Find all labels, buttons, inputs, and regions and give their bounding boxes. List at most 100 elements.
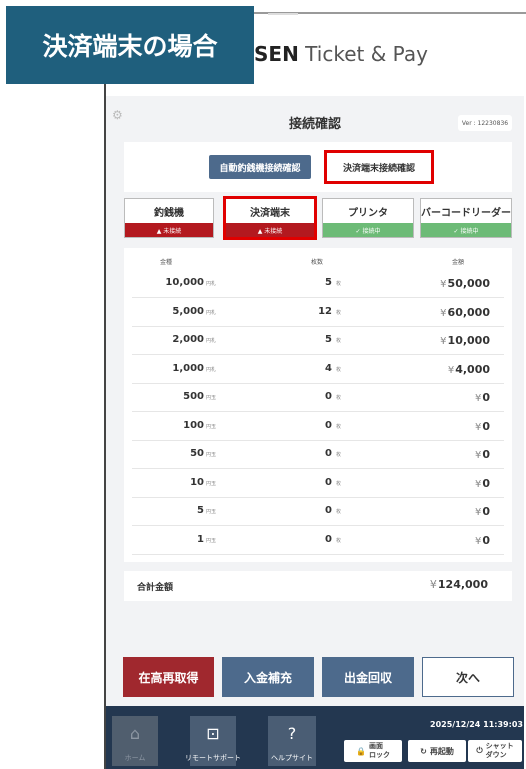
- yen-sign: ¥: [440, 336, 447, 347]
- remote-support-icon: ⊡: [206, 724, 220, 743]
- nav-remote-support[interactable]: ⊡ リモートサポート: [185, 716, 241, 766]
- nav-help[interactable]: ? ヘルプサイト: [268, 716, 316, 766]
- count: 12: [318, 305, 332, 317]
- count: 0: [325, 391, 332, 402]
- denomination: 500: [183, 391, 204, 402]
- header-count: 枚数: [311, 259, 324, 266]
- withdraw-button[interactable]: 出金回収: [322, 657, 414, 697]
- denomination: 10,000: [165, 277, 204, 288]
- denomination-unit: 円玉: [206, 480, 217, 487]
- restart-button[interactable]: ↻ 再起動: [408, 740, 466, 762]
- case-label: 決済端末の場合: [6, 6, 254, 84]
- device-name: バーコードリーダー: [421, 207, 511, 219]
- count: 4: [325, 362, 332, 374]
- yen-sign: ¥: [474, 535, 482, 547]
- device-terminal: 決済端末 ▲ 未接続: [223, 196, 317, 240]
- yen-sign: ¥: [447, 364, 455, 376]
- tab-auto-changer-check[interactable]: 自動釣銭機接続確認: [209, 155, 311, 179]
- header-amount: 金額: [452, 259, 465, 266]
- screen-lock-button[interactable]: 🔒 画面 ロック: [344, 740, 402, 762]
- device-printer: プリンタ ✓ 接続中: [322, 198, 414, 238]
- shutdown-label: シャット ダウン: [485, 742, 514, 759]
- count: 0: [325, 448, 332, 459]
- yen-sign: ¥: [429, 578, 437, 591]
- count: 0: [325, 419, 332, 431]
- yen-sign: ¥: [474, 450, 482, 461]
- count: 0: [325, 476, 332, 488]
- yen-sign: ¥: [440, 307, 447, 319]
- denomination-unit: 円玉: [206, 452, 217, 458]
- nav-home[interactable]: ⌂ ホーム: [112, 716, 158, 766]
- amount: ¥0: [475, 505, 490, 518]
- restock-button[interactable]: 在高再取得: [123, 657, 214, 697]
- datetime: 2025/12/24 11:39:03: [430, 720, 523, 729]
- amount-value: 0: [482, 448, 490, 461]
- denomination: 2,000: [172, 334, 204, 345]
- yen-sign: ¥: [474, 393, 482, 404]
- device-changer: 釣銭機 ▲ 未接続: [124, 198, 214, 238]
- denomination-unit: 円玉: [206, 423, 217, 430]
- table-row: 50 円玉 0 枚 ¥0: [132, 441, 504, 469]
- nav-remote-label: リモートサポート: [185, 754, 241, 762]
- denomination: 100: [183, 419, 204, 431]
- count-unit: 枚: [336, 452, 342, 458]
- count: 0: [325, 533, 332, 545]
- shutdown-button[interactable]: ⏻ シャット ダウン: [468, 740, 522, 762]
- amount-value: 10,000: [447, 334, 490, 347]
- device-name: 釣銭機: [154, 207, 184, 219]
- count: 5: [325, 334, 332, 345]
- tab-card: [124, 142, 512, 192]
- tab-terminal-label: 決済端末接続確認: [342, 163, 415, 174]
- amount: ¥0: [475, 420, 490, 433]
- table-row: 5,000 円札 12 枚 ¥60,000: [132, 299, 504, 327]
- table-row: 500 円玉 0 枚 ¥0: [132, 384, 504, 412]
- brand-suffix: Ticket & Pay: [298, 42, 428, 66]
- amount-value: 0: [482, 391, 490, 404]
- device-name: 決済端末: [250, 207, 290, 219]
- amount: ¥60,000: [440, 306, 490, 319]
- brand-prefix: SEN: [254, 42, 299, 66]
- amount: ¥0: [475, 391, 490, 404]
- denomination: 1,000: [172, 362, 204, 374]
- device-name: プリンタ: [348, 207, 388, 219]
- count: 5: [325, 277, 332, 288]
- denomination-unit: 円札: [206, 309, 217, 316]
- amount-value: 0: [482, 476, 490, 490]
- amount-value: 0: [482, 533, 490, 547]
- count-unit: 枚: [336, 537, 342, 544]
- denomination: 1: [197, 533, 204, 545]
- next-button[interactable]: 次へ: [422, 657, 514, 697]
- home-icon: ⌂: [129, 724, 141, 743]
- status-badge: ✓ 接続中: [421, 223, 511, 237]
- amount: ¥50,000: [440, 277, 490, 290]
- denomination-unit: 円玉: [206, 509, 217, 515]
- count-unit: 枚: [336, 480, 342, 487]
- amount-value: 0: [482, 505, 490, 518]
- denomination: 5,000: [172, 305, 204, 317]
- lock-label: 画面 ロック: [368, 742, 390, 759]
- status-badge: ✓ 接続中: [323, 223, 413, 237]
- help-icon: ?: [287, 724, 297, 743]
- total-amount: 124,000: [437, 578, 488, 591]
- total-value: ¥124,000: [430, 578, 488, 591]
- header-denomination: 金種: [160, 259, 173, 266]
- denomination-unit: 円玉: [206, 395, 217, 401]
- yen-sign: ¥: [474, 507, 482, 518]
- count-unit: 枚: [336, 423, 342, 430]
- denomination: 50: [190, 448, 204, 459]
- amount: ¥0: [475, 477, 490, 490]
- tab-terminal-check[interactable]: 決済端末接続確認: [324, 150, 434, 184]
- amount-value: 4,000: [455, 362, 490, 376]
- status-badge: ▲ 未接続: [226, 223, 314, 237]
- table-row: 5 円玉 0 枚 ¥0: [132, 498, 504, 526]
- denomination: 10: [190, 476, 204, 488]
- count-unit: 枚: [336, 366, 342, 373]
- yen-sign: ¥: [474, 421, 482, 433]
- amount: ¥4,000: [448, 363, 490, 376]
- device-barcode: バーコードリーダー ✓ 接続中: [420, 198, 512, 238]
- yen-sign: ¥: [440, 279, 447, 290]
- deposit-button[interactable]: 入金補充: [222, 657, 314, 697]
- amount: ¥0: [475, 534, 490, 547]
- version-badge: Ver : 12230836: [458, 115, 512, 131]
- table-row: 100 円玉 0 枚 ¥0: [132, 413, 504, 441]
